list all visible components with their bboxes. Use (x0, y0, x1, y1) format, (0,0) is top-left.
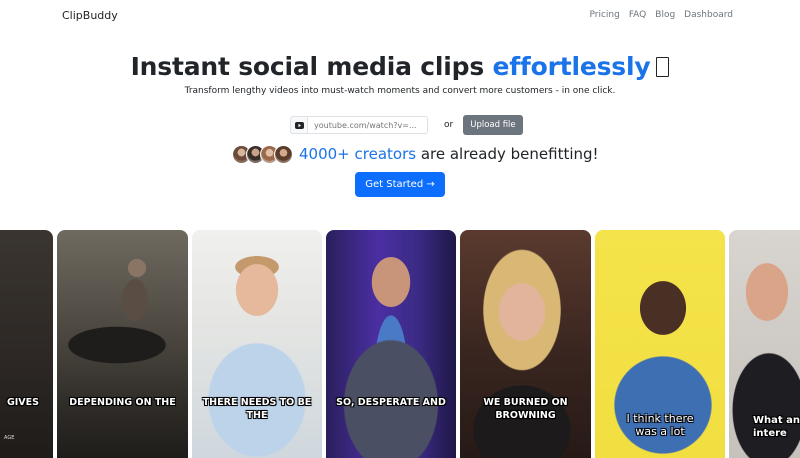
missing-emoji-icon (656, 57, 670, 77)
nav-links: Pricing FAQ Blog Dashboard (589, 10, 733, 20)
clip-card[interactable]: I think there was a lot (595, 230, 725, 458)
creators-text: 4000+ creators are already benefitting! (299, 145, 599, 163)
clip-caption-small: AGE (4, 435, 15, 441)
clip-card[interactable]: What an intere (729, 230, 800, 458)
clip-thumbnail (0, 230, 53, 458)
nav-link-faq[interactable]: FAQ (629, 10, 646, 20)
hero-title-accent: effortlessly (492, 52, 651, 81)
clip-caption: I think there was a lot (626, 412, 694, 438)
creator-avatars (232, 144, 293, 164)
clip-card[interactable]: GIVES AGE (0, 230, 53, 458)
creators-rest: are already benefitting! (416, 145, 599, 163)
clip-card[interactable]: THERE NEEDS TO BE THE (192, 230, 322, 458)
clip-card[interactable]: WE BURNED ON BROWNING (460, 230, 591, 458)
youtube-url-input[interactable] (308, 116, 428, 134)
hero-subtitle: Transform lengthy videos into must-watch… (184, 86, 616, 96)
clip-gallery: GIVES AGE DEPENDING ON THE THERE NEEDS T… (0, 230, 800, 458)
clip-caption: THERE NEEDS TO BE THE (202, 397, 312, 421)
or-separator: or (444, 120, 454, 130)
clip-caption: What an intere (753, 415, 800, 439)
avatar (274, 144, 293, 164)
nav-link-pricing[interactable]: Pricing (589, 10, 619, 20)
clip-thumbnail (326, 230, 456, 458)
upload-file-button[interactable]: Upload file (463, 115, 523, 135)
clip-thumbnail (192, 230, 322, 458)
clip-caption: DEPENDING ON THE (69, 397, 176, 408)
brand-logo[interactable]: ClipBuddy (62, 9, 118, 22)
url-input-row: or Upload file (290, 115, 523, 135)
nav-link-blog[interactable]: Blog (655, 10, 675, 20)
clip-card[interactable]: DEPENDING ON THE (57, 230, 188, 458)
clip-caption: WE BURNED ON BROWNING (483, 397, 568, 421)
creators-social-proof: 4000+ creators are already benefitting! (232, 143, 599, 165)
youtube-icon (290, 116, 308, 134)
clip-thumbnail (460, 230, 591, 458)
navbar: ClipBuddy Pricing FAQ Blog Dashboard (0, 0, 800, 30)
clip-card[interactable]: SO, DESPERATE AND (326, 230, 456, 458)
hero-title: Instant social media clips effortlessly (0, 52, 800, 81)
get-started-button[interactable]: Get Started → (355, 172, 445, 197)
clip-caption: GIVES (6, 397, 39, 408)
creators-count: 4000+ creators (299, 145, 417, 163)
clip-thumbnail (57, 230, 188, 458)
nav-link-dashboard[interactable]: Dashboard (684, 10, 733, 20)
hero-title-main: Instant social media clips (130, 52, 493, 81)
clip-caption: SO, DESPERATE AND (336, 397, 446, 408)
